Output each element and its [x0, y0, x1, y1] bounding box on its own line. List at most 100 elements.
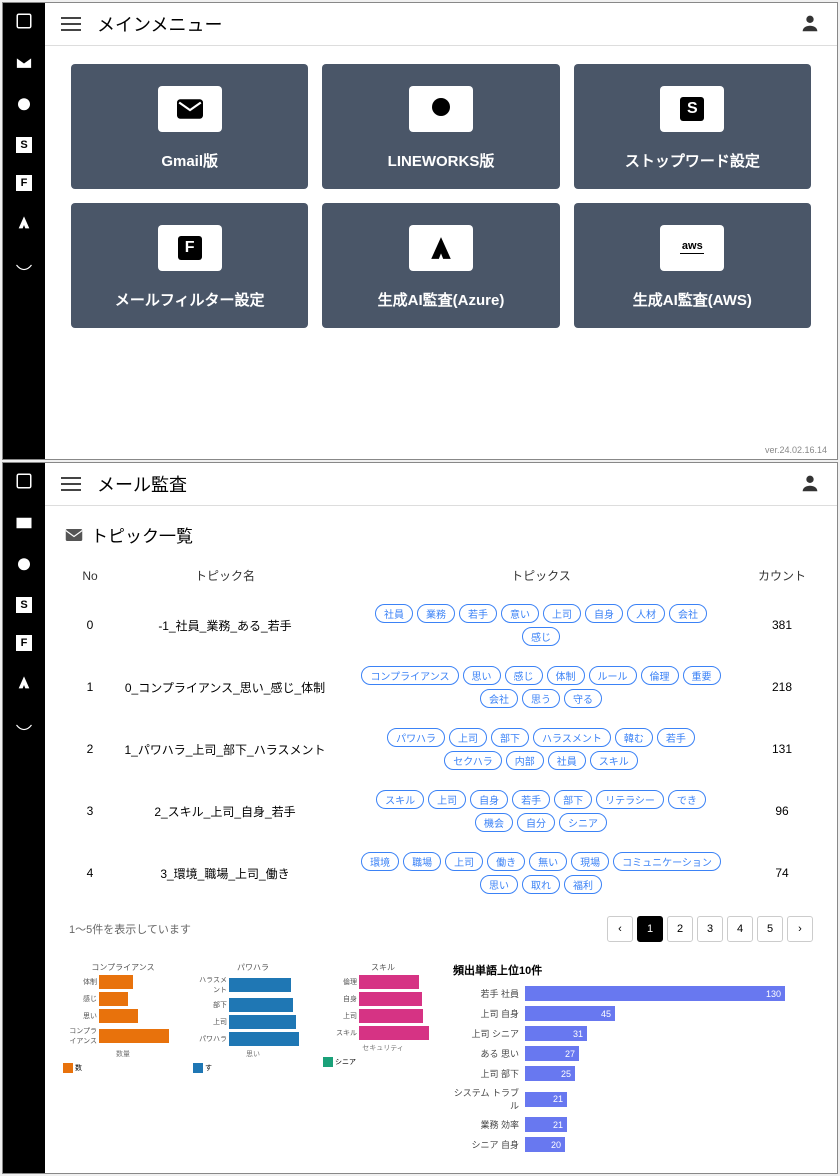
topic-tag[interactable]: 思う [522, 689, 560, 708]
topic-tag[interactable]: 無い [529, 852, 567, 871]
topic-tag[interactable]: 感じ [522, 627, 560, 646]
topic-tag[interactable]: 会社 [669, 604, 707, 623]
cell-tags: 環境職場上司働き無い現場コミュニケーション思い取れ福利 [361, 852, 721, 894]
menu-card-3[interactable]: Fメールフィルター設定 [71, 203, 308, 328]
card-label: 生成AI監査(Azure) [378, 289, 505, 310]
col-no: No [65, 557, 115, 594]
topic-tag[interactable]: 部下 [554, 790, 592, 809]
menu-card-2[interactable]: Sストップワード設定 [574, 64, 811, 189]
mail-icon[interactable] [14, 513, 34, 533]
topic-tag[interactable]: 自身 [585, 604, 623, 623]
aws-icon[interactable] [14, 715, 34, 735]
bar-row: システム トラブル21 [453, 1086, 819, 1112]
topic-tag[interactable]: 上司 [543, 604, 581, 623]
dashboard-icon[interactable] [14, 11, 34, 31]
table-row[interactable]: 21_パワハラ_上司_部下_ハラスメントパワハラ上司部下ハラスメント韓む若手セク… [65, 718, 817, 780]
topic-tag[interactable]: 若手 [459, 604, 497, 623]
topic-tag[interactable]: 上司 [445, 852, 483, 871]
topic-tag[interactable]: 若手 [512, 790, 550, 809]
topic-tag[interactable]: 人材 [627, 604, 665, 623]
topic-tag[interactable]: 若手 [657, 728, 695, 747]
page-5[interactable]: 5 [757, 916, 783, 942]
s-icon[interactable]: S [16, 597, 32, 613]
cell-count: 131 [747, 718, 817, 780]
dashboard-icon[interactable] [14, 471, 34, 491]
page-2[interactable]: 2 [667, 916, 693, 942]
user-icon[interactable] [799, 12, 823, 36]
top-words-chart: 頻出単語上位10件若手 社員130上司 自身45上司 シニア31ある 思い27上… [453, 962, 819, 1157]
topic-tag[interactable]: 守る [564, 689, 602, 708]
cell-tags: コンプライアンス思い感じ体制ルール倫理重要会社思う守る [361, 666, 721, 708]
topic-tag[interactable]: 意い [501, 604, 539, 623]
page-4[interactable]: 4 [727, 916, 753, 942]
mail-icon[interactable] [14, 53, 34, 73]
topic-tag[interactable]: 思い [463, 666, 501, 685]
table-row[interactable]: 43_環境_職場_上司_働き環境職場上司働き無い現場コミュニケーション思い取れ福… [65, 842, 817, 904]
chart-title: コンプライアンス [63, 962, 183, 973]
azure-icon[interactable] [14, 213, 34, 233]
page-3[interactable]: 3 [697, 916, 723, 942]
card-label: 生成AI監査(AWS) [633, 289, 752, 310]
topic-tag[interactable]: 取れ [522, 875, 560, 894]
f-icon[interactable]: F [16, 175, 32, 191]
topic-tag[interactable]: 環境 [361, 852, 399, 871]
topic-tag[interactable]: 重要 [683, 666, 721, 685]
topic-tag[interactable]: 働き [487, 852, 525, 871]
chart-legend: 数 [63, 1063, 183, 1073]
menu-card-1[interactable]: LINEWORKS版 [322, 64, 559, 189]
topic-tag[interactable]: 社員 [375, 604, 413, 623]
topic-tag[interactable]: 機会 [475, 813, 513, 832]
topic-tag[interactable]: 現場 [571, 852, 609, 871]
table-row[interactable]: 0-1_社員_業務_ある_若手社員業務若手意い上司自身人材会社感じ381 [65, 594, 817, 656]
topic-tag[interactable]: シニア [559, 813, 607, 832]
table-row[interactable]: 10_コンプライアンス_思い_感じ_体制コンプライアンス思い感じ体制ルール倫理重… [65, 656, 817, 718]
menu-card-5[interactable]: aws生成AI監査(AWS) [574, 203, 811, 328]
mini-chart-0: コンプライアンス体制感じ思いコンプライアンス数量数 [63, 962, 183, 1073]
page-prev[interactable]: ‹ [607, 916, 633, 942]
aws-icon[interactable] [14, 255, 34, 275]
topic-tag[interactable]: 体制 [547, 666, 585, 685]
azure-icon[interactable] [14, 673, 34, 693]
menu-card-0[interactable]: Gmail版 [71, 64, 308, 189]
chat-icon[interactable] [14, 555, 34, 575]
topic-tag[interactable]: スキル [590, 751, 638, 770]
topbar: メインメニュー [45, 3, 837, 46]
topic-tag[interactable]: 上司 [428, 790, 466, 809]
menu-icon[interactable] [59, 12, 83, 36]
mail-icon [65, 528, 83, 542]
card-label: ストップワード設定 [625, 150, 760, 171]
bar-row: ある 思い27 [453, 1046, 819, 1061]
topic-tag[interactable]: ルール [589, 666, 637, 685]
topic-tag[interactable]: パワハラ [387, 728, 445, 747]
topic-tag[interactable]: セクハラ [444, 751, 502, 770]
topic-tag[interactable]: 業務 [417, 604, 455, 623]
page-next[interactable]: › [787, 916, 813, 942]
topic-tag[interactable]: 内部 [506, 751, 544, 770]
topic-tag[interactable]: でき [668, 790, 706, 809]
topic-tag[interactable]: 部下 [491, 728, 529, 747]
topic-tag[interactable]: コミュニケーション [613, 852, 721, 871]
topic-tag[interactable]: 自分 [517, 813, 555, 832]
topic-tag[interactable]: 自身 [470, 790, 508, 809]
topic-tag[interactable]: 倫理 [641, 666, 679, 685]
s-icon[interactable]: S [16, 137, 32, 153]
topic-tag[interactable]: ハラスメント [533, 728, 611, 747]
page-1[interactable]: 1 [637, 916, 663, 942]
topic-tag[interactable]: 韓む [615, 728, 653, 747]
topic-tag[interactable]: リテラシー [596, 790, 664, 809]
topic-tag[interactable]: 職場 [403, 852, 441, 871]
topic-tag[interactable]: コンプライアンス [361, 666, 458, 685]
topic-tag[interactable]: 社員 [548, 751, 586, 770]
menu-card-4[interactable]: 生成AI監査(Azure) [322, 203, 559, 328]
topic-tag[interactable]: 感じ [505, 666, 543, 685]
topic-tag[interactable]: 上司 [449, 728, 487, 747]
table-row[interactable]: 32_スキル_上司_自身_若手スキル上司自身若手部下リテラシーでき機会自分シニア… [65, 780, 817, 842]
topic-tag[interactable]: 思い [480, 875, 518, 894]
chat-icon[interactable] [14, 95, 34, 115]
menu-icon[interactable] [59, 472, 83, 496]
topic-tag[interactable]: 会社 [480, 689, 518, 708]
user-icon[interactable] [799, 472, 823, 496]
topic-tag[interactable]: 福利 [564, 875, 602, 894]
f-icon[interactable]: F [16, 635, 32, 651]
topic-tag[interactable]: スキル [376, 790, 424, 809]
